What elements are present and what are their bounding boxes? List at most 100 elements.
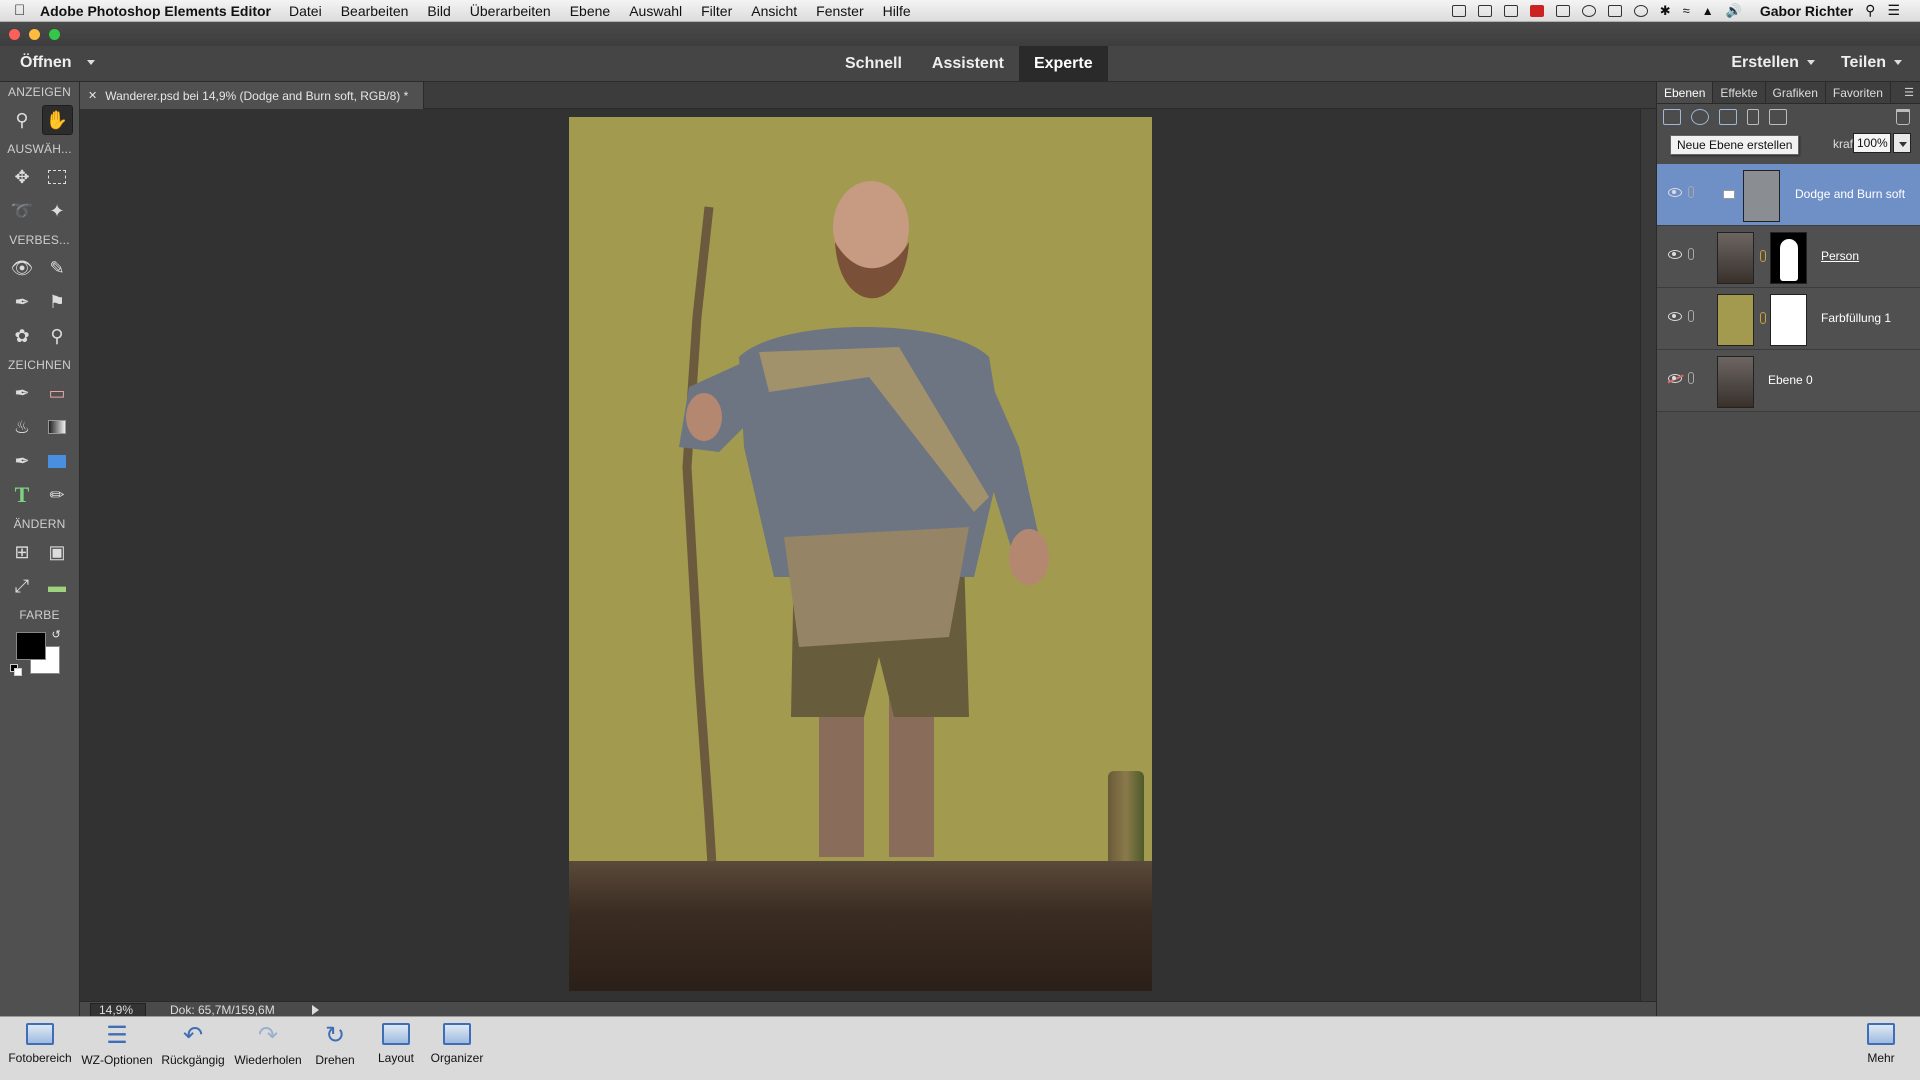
marquee-tool-icon[interactable] [42, 162, 73, 192]
add-layer-mask-icon[interactable] [1719, 109, 1737, 125]
smart-brush-tool-icon[interactable]: ✒ [7, 287, 38, 317]
new-layer-icon[interactable] [1663, 109, 1681, 125]
share-button[interactable]: Teilen [1841, 54, 1902, 72]
tray-app-icon[interactable] [1451, 4, 1466, 17]
zoom-window-icon[interactable] [49, 29, 60, 40]
delete-layer-icon[interactable] [1896, 109, 1910, 125]
menu-auswahl[interactable]: Auswahl [629, 3, 682, 19]
content-aware-move-tool-icon[interactable]: ⤢ [7, 571, 38, 601]
canvas-vertical-scrollbar[interactable] [1640, 109, 1656, 1001]
tray-display-icon[interactable] [1477, 4, 1492, 17]
red-eye-tool-icon[interactable]: 👁 [7, 253, 38, 283]
rotate-button[interactable]: ↻ Drehen [310, 1022, 360, 1068]
eraser-tool-icon[interactable]: ▭ [42, 378, 73, 408]
mode-schnell[interactable]: Schnell [830, 46, 917, 82]
layer-link-icon[interactable] [1688, 310, 1694, 322]
swap-colors-icon[interactable]: ↺ [52, 628, 61, 641]
menu-bearbeiten[interactable]: Bearbeiten [341, 3, 409, 19]
open-dropdown-caret-icon[interactable] [87, 60, 95, 65]
photo-bin-button[interactable]: Fotobereich [6, 1023, 74, 1065]
app-name-menu[interactable]: Adobe Photoshop Elements Editor [40, 3, 271, 19]
spotlight-search-icon[interactable]: ⚲ [1865, 2, 1875, 19]
layer-link-icon[interactable] [1688, 186, 1694, 198]
eyedropper-tool-icon[interactable]: ✒ [7, 446, 38, 476]
layer-link-icon[interactable] [1688, 372, 1694, 384]
wifi-icon[interactable]: ≈ [1683, 3, 1690, 18]
layout-button[interactable]: Layout [372, 1023, 420, 1065]
visibility-eye-icon[interactable] [1668, 312, 1682, 321]
lock-transparent-icon[interactable] [1769, 109, 1787, 125]
type-tool-icon[interactable]: T [7, 480, 38, 510]
time-machine-icon[interactable] [1633, 4, 1648, 17]
apple-icon[interactable]:  [14, 2, 40, 19]
tab-effekte[interactable]: Effekte [1713, 82, 1766, 103]
close-window-icon[interactable] [9, 29, 20, 40]
lock-all-icon[interactable] [1747, 109, 1759, 125]
tab-grafiken[interactable]: Grafiken [1766, 82, 1826, 103]
move-tool-icon[interactable]: ✥ [7, 162, 38, 192]
gradient-tool-icon[interactable] [42, 412, 73, 442]
open-button[interactable]: Öffnen [20, 54, 72, 72]
layer-mask-thumbnail[interactable] [1770, 232, 1807, 284]
default-colors-icon[interactable] [9, 664, 22, 676]
tray-record-icon[interactable] [1581, 4, 1596, 17]
tray-drive-icon[interactable] [1503, 4, 1518, 17]
mask-chain-icon[interactable] [1760, 250, 1766, 262]
mask-chain-icon[interactable] [1760, 312, 1766, 324]
quick-selection-tool-icon[interactable]: ✦ [42, 196, 73, 226]
menu-ansicht[interactable]: Ansicht [751, 3, 797, 19]
opacity-input[interactable]: 100% [1853, 133, 1891, 153]
tray-cloud-icon[interactable] [1555, 4, 1570, 17]
tool-options-button[interactable]: ☰ WZ-Optionen [78, 1022, 156, 1068]
recompose-tool-icon[interactable]: ▣ [42, 537, 73, 567]
blur-tool-icon[interactable]: ✿ [7, 321, 38, 351]
canvas-area[interactable] [80, 109, 1640, 1001]
opacity-dropdown-icon[interactable] [1893, 133, 1911, 153]
hand-tool-icon[interactable]: ✋ [41, 105, 73, 135]
layer-mask-thumbnail[interactable] [1770, 294, 1807, 346]
tray-battery-icon[interactable] [1607, 4, 1622, 17]
sponge-tool-icon[interactable]: ⚲ [42, 321, 73, 351]
notification-center-icon[interactable]: ☰ [1887, 2, 1900, 19]
layer-dodge-and-burn[interactable]: Dodge and Burn soft [1657, 164, 1920, 226]
undo-button[interactable]: ↶ Rückgängig [158, 1022, 228, 1068]
create-button[interactable]: Erstellen [1731, 54, 1815, 72]
shape-tool-icon[interactable] [42, 446, 73, 476]
visibility-eye-icon[interactable] [1668, 250, 1682, 259]
zoom-tool-icon[interactable]: ⚲ [7, 105, 38, 135]
layer-farbfuellung[interactable]: Farbfüllung 1 [1657, 288, 1920, 350]
menu-ueberarbeiten[interactable]: Überarbeiten [470, 3, 551, 19]
bluetooth-icon[interactable]: ✱ [1660, 3, 1671, 19]
eject-icon[interactable]: ▲ [1702, 4, 1714, 18]
document-tab[interactable]: ✕ Wanderer.psd bei 14,9% (Dodge and Burn… [80, 82, 424, 109]
document-image[interactable] [569, 117, 1152, 991]
panel-menu-icon[interactable]: ☰ [1898, 82, 1920, 103]
status-menu-arrow-icon[interactable] [312, 1005, 319, 1015]
layer-person[interactable]: Person [1657, 226, 1920, 288]
volume-icon[interactable]: 🔊 [1726, 3, 1742, 19]
menu-fenster[interactable]: Fenster [816, 3, 863, 19]
clone-stamp-tool-icon[interactable]: ⚑ [42, 287, 73, 317]
mode-assistent[interactable]: Assistent [917, 46, 1019, 82]
current-user[interactable]: Gabor Richter [1760, 3, 1853, 19]
menu-filter[interactable]: Filter [701, 3, 732, 19]
paint-bucket-tool-icon[interactable]: ♨ [7, 412, 38, 442]
redo-button[interactable]: ↷ Wiederholen [232, 1022, 304, 1068]
foreground-color-swatch[interactable] [15, 632, 46, 660]
tab-favoriten[interactable]: Favoriten [1826, 82, 1891, 103]
menu-ebene[interactable]: Ebene [570, 3, 610, 19]
menu-bild[interactable]: Bild [427, 3, 450, 19]
brush-tool-icon[interactable]: ✒ [7, 378, 38, 408]
new-adjustment-layer-icon[interactable] [1691, 109, 1709, 125]
tray-adobe-icon[interactable] [1529, 4, 1544, 17]
healing-brush-tool-icon[interactable]: ✎ [42, 253, 73, 283]
straighten-tool-icon[interactable]: ▬ [42, 571, 73, 601]
pencil-tool-icon[interactable]: ✏ [42, 480, 73, 510]
lasso-tool-icon[interactable]: ➰ [7, 196, 38, 226]
layer-ebene-0[interactable]: Ebene 0 [1657, 350, 1920, 412]
close-document-icon[interactable]: ✕ [88, 89, 97, 102]
mode-experte[interactable]: Experte [1018, 46, 1108, 82]
layer-link-icon[interactable] [1688, 248, 1694, 260]
minimize-window-icon[interactable] [29, 29, 40, 40]
menu-hilfe[interactable]: Hilfe [883, 3, 911, 19]
